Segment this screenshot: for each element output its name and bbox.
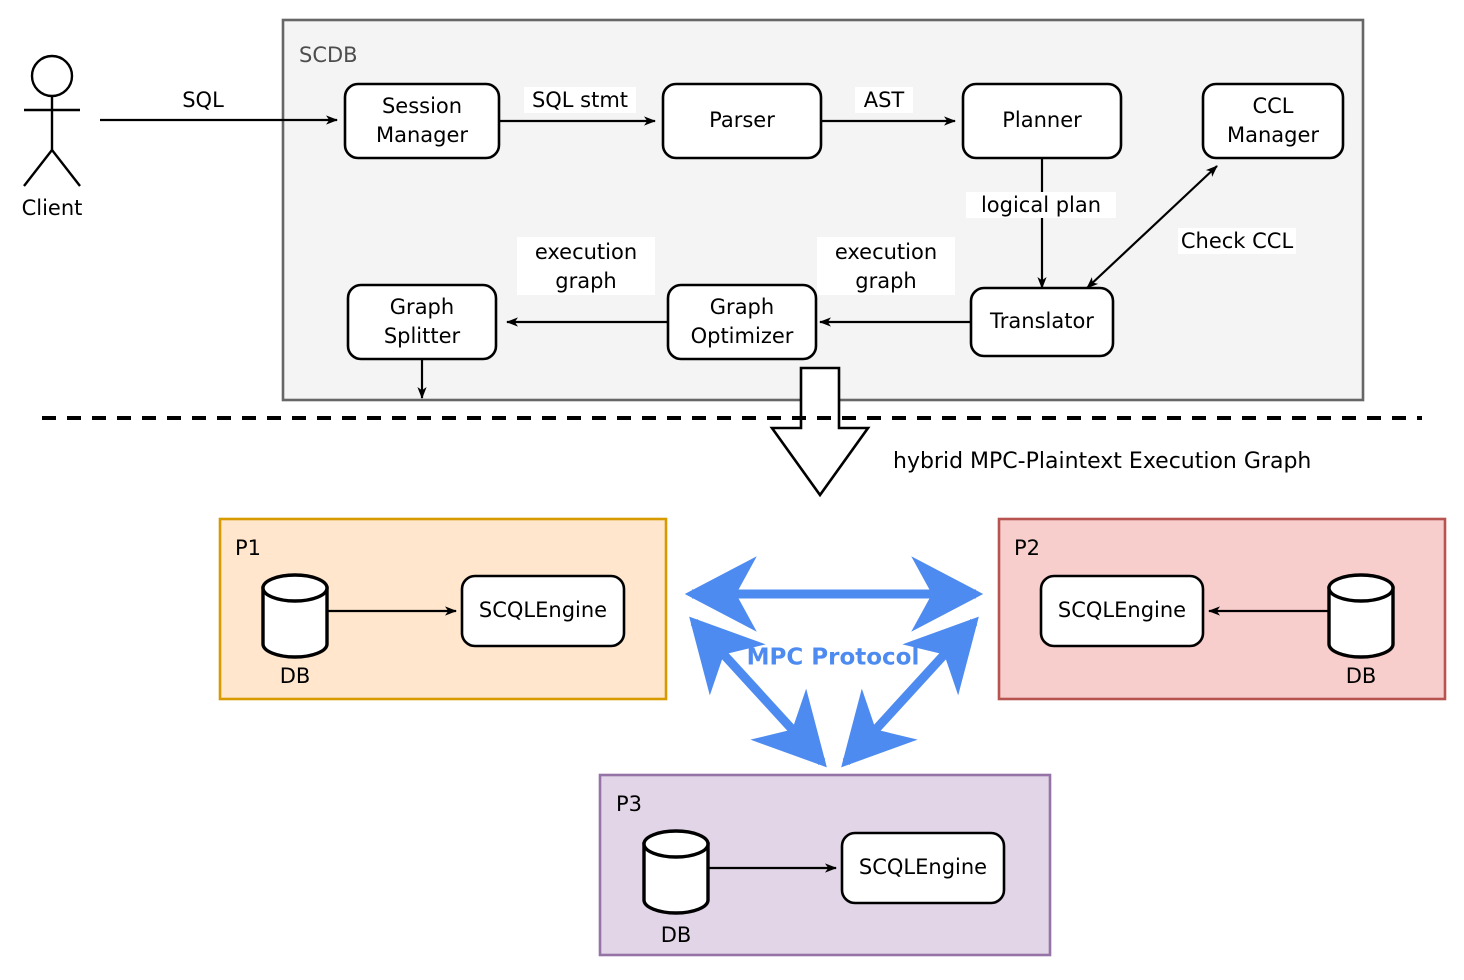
edge-ast-label: AST	[864, 88, 905, 112]
party-p1-label: P1	[235, 536, 261, 560]
diagram-canvas: SCDB Client SQL Session Manager SQL stmt…	[0, 0, 1464, 980]
node-ccl-manager-label-1: CCL	[1252, 94, 1293, 118]
party-p2-db-label: DB	[1346, 664, 1377, 688]
edge-execution-graph-2-label-2: graph	[855, 269, 916, 293]
node-graph-optimizer-label-1: Graph	[710, 295, 774, 319]
party-p2-label: P2	[1014, 536, 1040, 560]
divider-caption: hybrid MPC-Plaintext Execution Graph	[893, 449, 1311, 474]
node-session-manager-label-2: Manager	[376, 123, 468, 147]
party-p3-engine-label: SCQLEngine	[859, 855, 987, 879]
party-p1-db-label: DB	[280, 664, 311, 688]
mpc-edge-p1-p3	[689, 616, 827, 768]
edge-logical-plan-label: logical plan	[981, 193, 1101, 217]
edge-sql-label: SQL	[182, 88, 224, 112]
party-p3-db-label: DB	[661, 923, 692, 947]
node-graph-optimizer-label-2: Optimizer	[691, 324, 794, 348]
mpc-protocol-label: MPC Protocol	[747, 645, 920, 671]
edge-execution-graph-2-label-1: execution	[835, 240, 937, 264]
edge-execution-graph-1-label-1: execution	[535, 240, 637, 264]
party-p1-db-icon	[261, 573, 329, 659]
party-p2-db-icon	[1327, 573, 1395, 659]
node-parser-label-1: Parser	[709, 108, 775, 132]
scdb-container-label: SCDB	[299, 43, 358, 67]
party-p3-db-icon	[642, 829, 710, 915]
mpc-edge-p2-p3	[841, 616, 979, 768]
client-actor-label: Client	[22, 196, 83, 220]
edge-check-ccl-label: Check CCL	[1181, 229, 1294, 253]
party-p3-label: P3	[616, 792, 642, 816]
node-graph-splitter-label-2: Splitter	[384, 324, 461, 348]
party-p2-engine-label: SCQLEngine	[1058, 598, 1186, 622]
node-translator-label-1: Translator	[989, 309, 1094, 333]
node-ccl-manager-label-2: Manager	[1227, 123, 1319, 147]
node-planner-label-1: Planner	[1002, 108, 1082, 132]
edge-sql-stmt-label: SQL stmt	[532, 88, 628, 112]
edge-execution-graph-1-label-2: graph	[555, 269, 616, 293]
client-actor	[23, 54, 81, 187]
party-p1-engine-label: SCQLEngine	[479, 598, 607, 622]
node-graph-splitter-label-1: Graph	[390, 295, 454, 319]
node-session-manager-label-1: Session	[382, 94, 462, 118]
diagram-svg: SCDB Client SQL Session Manager SQL stmt…	[22, 18, 1447, 957]
